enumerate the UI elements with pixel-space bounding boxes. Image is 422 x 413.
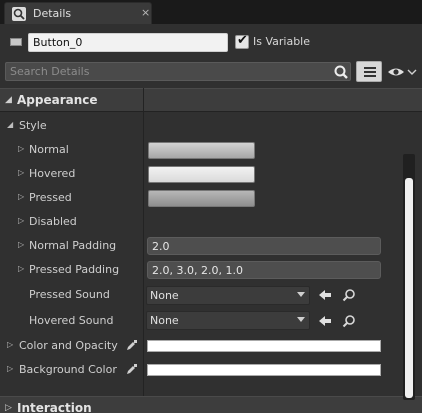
search-icon	[334, 65, 348, 79]
left-arrow-icon[interactable]	[318, 314, 332, 328]
property-label: Pressed	[29, 191, 72, 204]
collapse-arrow-icon: ◢	[5, 95, 12, 105]
property-row-disabled: ▷ Disabled	[0, 210, 400, 234]
property-label: Hovered	[29, 167, 76, 180]
details-tab[interactable]: Details ×	[4, 2, 152, 24]
eye-icon[interactable]	[387, 65, 417, 79]
category-label: Interaction	[17, 401, 92, 413]
is-variable-label: Is Variable	[253, 35, 311, 48]
search-input[interactable]	[10, 64, 330, 79]
property-label: Normal	[29, 143, 69, 156]
category-label: Appearance	[17, 93, 98, 107]
pressed-padding-field[interactable]: 2.0, 3.0, 2.0, 1.0	[147, 261, 381, 279]
background-color-swatch[interactable]	[147, 364, 381, 376]
normal-padding-field[interactable]: 2.0	[147, 237, 381, 255]
property-label: Pressed Padding	[29, 263, 120, 276]
property-label: Hovered Sound	[29, 314, 114, 327]
property-label: Normal Padding	[29, 239, 117, 252]
search-row	[0, 61, 422, 83]
chevron-down-icon	[297, 317, 305, 322]
style-group-row[interactable]: ◢ Style	[0, 114, 400, 138]
property-matrix-button[interactable]	[356, 61, 382, 82]
close-icon[interactable]: ×	[141, 6, 150, 20]
is-variable-checkbox[interactable]: ✔	[235, 33, 249, 49]
expand-arrow-icon[interactable]: ▷	[18, 192, 24, 201]
left-arrow-icon[interactable]	[318, 288, 332, 302]
hovered-sound-combo[interactable]: None	[146, 311, 310, 330]
magnifier-icon[interactable]	[342, 314, 356, 328]
chevron-down-icon	[297, 292, 305, 297]
expand-arrow-icon[interactable]: ▷	[18, 144, 24, 153]
magnifier-icon	[12, 7, 26, 21]
combo-value: None	[150, 314, 179, 327]
category-interaction[interactable]: ▷ Interaction	[0, 396, 422, 413]
checkmark-icon: ✔	[237, 33, 248, 48]
tab-bar: Details ×	[0, 0, 422, 24]
style-label: Style	[19, 119, 47, 132]
widget-name-row: ✔ Is Variable	[0, 30, 422, 54]
search-box[interactable]	[5, 62, 351, 81]
combo-value: None	[150, 289, 179, 302]
property-label: Disabled	[29, 215, 77, 228]
expand-arrow-icon[interactable]: ▷	[18, 240, 24, 249]
details-panel: ✔ Is Variable ◢ Appearance ◢	[0, 24, 422, 413]
property-label: Background Color	[19, 363, 117, 376]
expand-arrow-icon[interactable]: ▷	[18, 168, 24, 177]
eyedropper-icon[interactable]	[126, 363, 138, 375]
pressed-brush-preview[interactable]	[148, 190, 255, 207]
expand-arrow-icon: ▷	[5, 403, 12, 413]
property-label: Color and Opacity	[19, 339, 118, 352]
pressed-sound-combo[interactable]: None	[146, 286, 310, 305]
collapse-arrow-icon: ◢	[7, 120, 14, 129]
magnifier-icon[interactable]	[342, 288, 356, 302]
scrollbar-thumb[interactable]	[405, 178, 413, 398]
category-appearance[interactable]: ◢ Appearance	[0, 88, 422, 112]
widget-name-input[interactable]	[28, 33, 228, 52]
expand-arrow-icon[interactable]: ▷	[7, 364, 13, 373]
button-widget-icon	[10, 38, 22, 46]
property-label: Pressed Sound	[29, 288, 110, 301]
eyedropper-icon[interactable]	[126, 339, 138, 351]
normal-brush-preview[interactable]	[148, 142, 255, 159]
expand-arrow-icon[interactable]: ▷	[18, 264, 24, 273]
expand-arrow-icon[interactable]: ▷	[18, 216, 24, 225]
expand-arrow-icon[interactable]: ▷	[7, 340, 13, 349]
color-and-opacity-swatch[interactable]	[147, 340, 381, 352]
hovered-brush-preview[interactable]	[148, 166, 255, 183]
tab-title: Details	[33, 7, 72, 20]
